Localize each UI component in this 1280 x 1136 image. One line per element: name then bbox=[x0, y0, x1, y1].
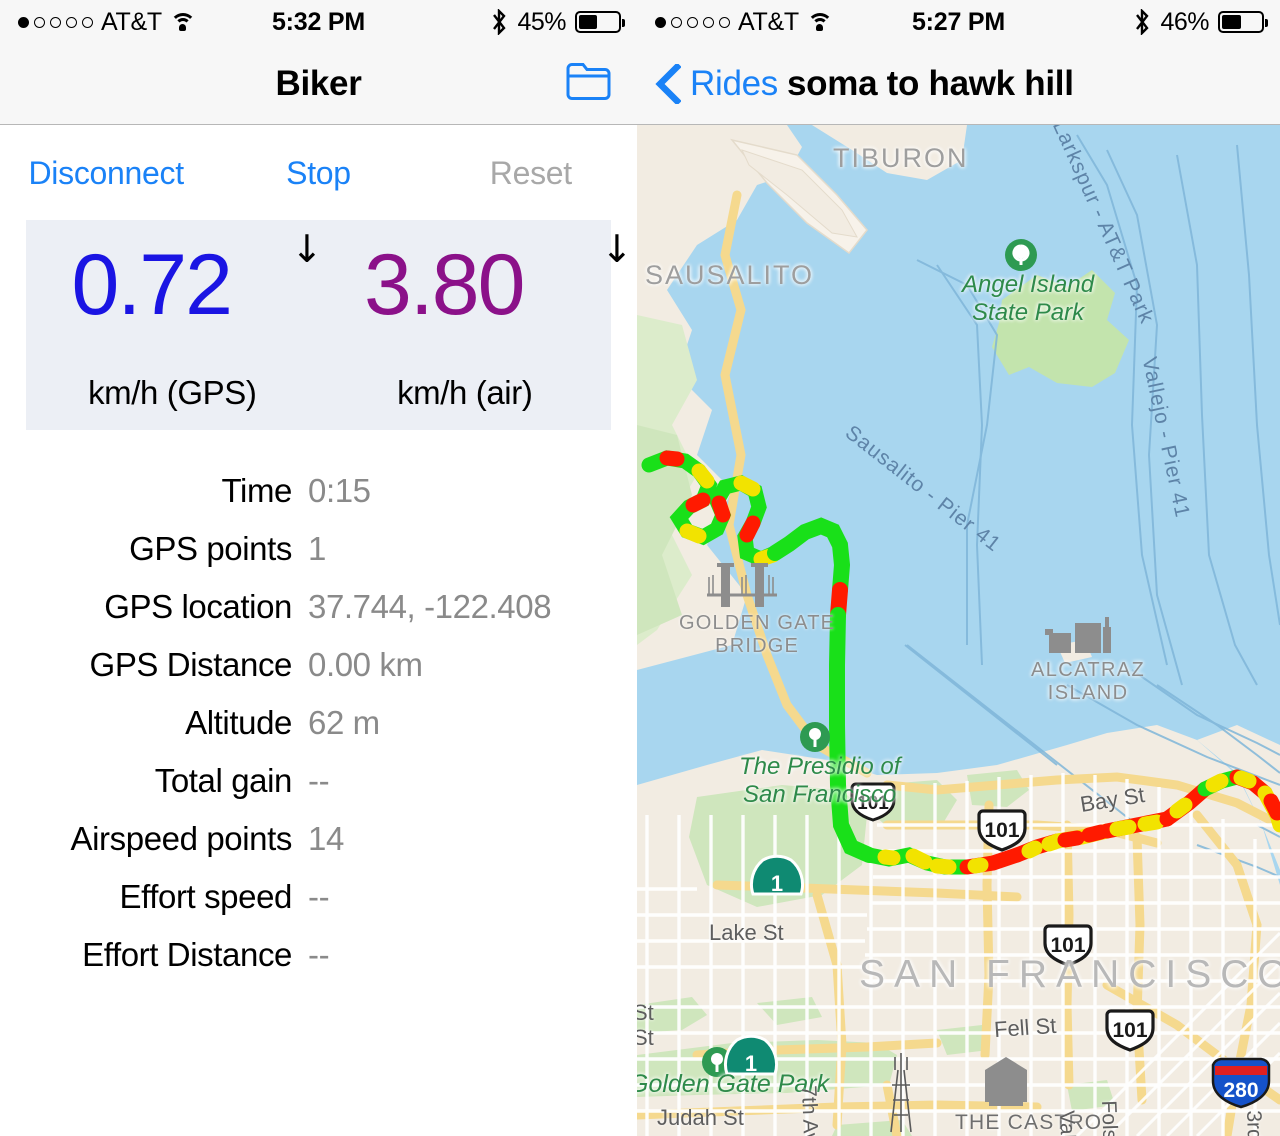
stat-value: -- bbox=[308, 762, 330, 799]
folder-button[interactable] bbox=[565, 62, 613, 107]
svg-text:101: 101 bbox=[1112, 1019, 1147, 1042]
stat-row: Effort Distance -- bbox=[0, 936, 637, 994]
state-shield-1: 1 bbox=[723, 1034, 779, 1076]
stat-row: Airspeed points 14 bbox=[0, 820, 637, 878]
park-marker-icon bbox=[800, 722, 830, 752]
state-shield-1: 1 bbox=[749, 854, 805, 896]
gps-speed-unit: km/h (GPS) bbox=[88, 374, 257, 411]
right-status-bar: AT&T 5:27 PM 46% bbox=[637, 0, 1280, 44]
bluetooth-icon bbox=[1136, 9, 1150, 35]
stat-row: Total gain -- bbox=[0, 762, 637, 820]
gps-speed-value: 0.72 bbox=[71, 237, 233, 333]
stat-label: GPS location bbox=[104, 588, 292, 625]
chevron-left-icon bbox=[655, 64, 681, 104]
battery-icon bbox=[1218, 11, 1268, 33]
stat-value: 37.744, -122.408 bbox=[308, 588, 552, 625]
right-status-indicators: 46% bbox=[1124, 7, 1268, 37]
stat-label: GPS points bbox=[129, 530, 292, 567]
dual-phone-screenshot: AT&T 5:32 PM 45% Biker Disconnect Stop R… bbox=[0, 0, 1280, 1136]
reset-button: Reset bbox=[489, 155, 572, 191]
stat-value: 0.00 km bbox=[308, 646, 423, 683]
left-nav-bar: Biker bbox=[0, 44, 637, 125]
bluetooth-icon bbox=[493, 9, 507, 35]
left-status-bar: AT&T 5:32 PM 45% bbox=[0, 0, 637, 44]
stat-value: 62 m bbox=[308, 704, 380, 741]
svg-text:1: 1 bbox=[745, 1051, 757, 1076]
stat-row: Altitude 62 m bbox=[0, 704, 637, 762]
air-trend-down-arrow: ↓ bbox=[601, 227, 633, 271]
gps-speed-cell: 0.72 km/h (GPS) bbox=[26, 220, 319, 430]
stats-list: Time 0:15 GPS points 1 GPS location 37.744,… bbox=[0, 472, 637, 994]
stat-label: Airspeed points bbox=[70, 820, 293, 857]
svg-text:280: 280 bbox=[1223, 1079, 1258, 1102]
back-button-label: Rides bbox=[690, 64, 778, 103]
map-canvas: 101 101 101 101 1 1 280 bbox=[637, 125, 1280, 1136]
stat-row: GPS points 1 bbox=[0, 530, 637, 588]
ride-title: soma to hawk hill bbox=[787, 64, 1074, 103]
stat-label: GPS Distance bbox=[89, 646, 293, 683]
left-status-indicators: 45% bbox=[481, 7, 625, 37]
air-speed-unit: km/h (air) bbox=[397, 374, 533, 411]
stat-label: Effort Distance bbox=[82, 936, 292, 973]
stop-button[interactable]: Stop bbox=[212, 155, 424, 192]
ride-map[interactable]: 101 101 101 101 1 1 280 TIBURON SAUSALIT… bbox=[637, 125, 1280, 1136]
gps-trend-down-arrow: ↓ bbox=[291, 227, 323, 271]
svg-text:101: 101 bbox=[857, 793, 889, 814]
stat-value: -- bbox=[308, 878, 330, 915]
stat-value: 0:15 bbox=[308, 472, 371, 509]
svg-text:1: 1 bbox=[771, 871, 783, 896]
stat-row: Time 0:15 bbox=[0, 472, 637, 530]
action-button-row: Disconnect Stop Reset bbox=[0, 125, 637, 192]
svg-text:101: 101 bbox=[1050, 934, 1085, 957]
right-nav-bar: Rides soma to hawk hill bbox=[637, 44, 1280, 125]
stat-value: 1 bbox=[308, 530, 326, 567]
stat-row: Effort speed -- bbox=[0, 878, 637, 936]
stat-row: GPS Distance 0.00 km bbox=[0, 646, 637, 704]
svg-text:101: 101 bbox=[984, 819, 1019, 842]
stat-value: 14 bbox=[308, 820, 344, 857]
left-phone-panel: AT&T 5:32 PM 45% Biker Disconnect Stop R… bbox=[0, 0, 637, 1136]
stat-label: Effort speed bbox=[119, 878, 292, 915]
us-shield-101: 101 bbox=[850, 782, 896, 822]
stat-value: -- bbox=[308, 936, 330, 973]
battery-percent-label: 45% bbox=[517, 7, 566, 36]
stat-label: Altitude bbox=[185, 704, 292, 741]
page-title: Biker bbox=[275, 64, 362, 103]
air-speed-cell: 3.80 km/h (air) bbox=[319, 220, 612, 430]
back-button[interactable]: Rides bbox=[655, 64, 778, 104]
disconnect-button[interactable]: Disconnect bbox=[0, 155, 212, 192]
air-speed-value: 3.80 bbox=[364, 237, 525, 333]
folder-icon bbox=[566, 63, 611, 100]
battery-percent-label: 46% bbox=[1160, 7, 1209, 36]
speed-readout-panel: 0.72 km/h (GPS) 3.80 km/h (air) ↓ ↓ bbox=[26, 220, 633, 430]
stat-label: Total gain bbox=[154, 762, 293, 799]
park-marker-icon bbox=[1005, 239, 1037, 271]
battery-icon bbox=[575, 11, 625, 33]
right-phone-panel: AT&T 5:27 PM 46% Rides soma to hawk hill… bbox=[637, 0, 1280, 1136]
stat-label: Time bbox=[221, 472, 292, 509]
stat-row: GPS location 37.744, -122.408 bbox=[0, 588, 637, 646]
